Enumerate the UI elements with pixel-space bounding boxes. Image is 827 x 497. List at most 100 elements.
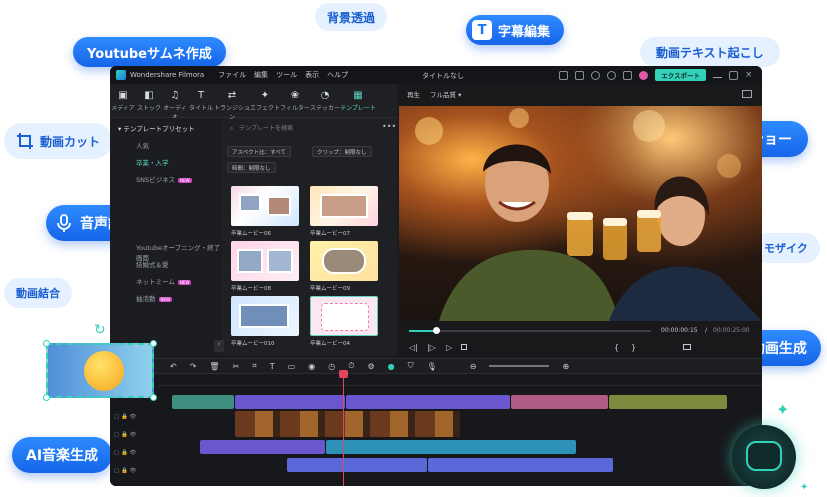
timeline-clip[interactable] bbox=[326, 440, 576, 454]
maximize-icon[interactable] bbox=[729, 70, 738, 80]
timeline-clip[interactable] bbox=[287, 458, 427, 472]
headset-icon[interactable] bbox=[607, 70, 617, 80]
resize-handle[interactable] bbox=[43, 340, 50, 347]
menu-view[interactable]: 表示 bbox=[305, 70, 319, 80]
adjust-icon[interactable]: ⚙ bbox=[367, 362, 374, 371]
timer-icon[interactable]: ⏱ bbox=[348, 361, 354, 371]
undo-icon[interactable]: ↶ bbox=[170, 362, 177, 371]
timeline-clip[interactable] bbox=[200, 440, 325, 454]
mark-out-icon[interactable]: } bbox=[631, 343, 636, 352]
tab-transitions[interactable]: ⇄ トランジション bbox=[214, 84, 250, 121]
rectangle-icon[interactable]: ▭ bbox=[288, 362, 296, 371]
stop-icon[interactable] bbox=[461, 344, 467, 350]
text-tool-icon[interactable]: T bbox=[270, 362, 275, 371]
playhead-handle[interactable] bbox=[339, 370, 348, 378]
menu-file[interactable]: ファイル bbox=[218, 70, 246, 80]
tab-stock[interactable]: ◧ ストック bbox=[136, 84, 162, 117]
template-grid-area: ⌕ テンプレートを検索 ••• アスペクト比：すべて クリップ：制限なし 時間：… bbox=[222, 118, 397, 356]
shield-icon[interactable]: ⛉ bbox=[408, 361, 414, 371]
search-input[interactable]: テンプレートを検索 bbox=[239, 125, 293, 132]
tab-effects[interactable]: ✦ エフェクト bbox=[250, 84, 280, 117]
quality-select[interactable]: フル品質 ▾ bbox=[430, 89, 461, 99]
bubble-video-merge: 動画結合 bbox=[4, 278, 72, 308]
crop-tool-icon[interactable]: ⌗ bbox=[252, 361, 257, 371]
timeline-clip[interactable] bbox=[172, 395, 234, 409]
tab-media[interactable]: ▣ メディア bbox=[110, 84, 136, 117]
sidebar-item-wedding[interactable]: 結婚式＆愛 bbox=[110, 255, 222, 272]
tab-stickers[interactable]: ◔ ステッカー bbox=[310, 84, 340, 117]
color-icon[interactable]: ◉ bbox=[308, 362, 315, 371]
progress-handle[interactable] bbox=[432, 327, 440, 334]
redo-icon[interactable]: ↷ bbox=[190, 362, 197, 371]
play-icon[interactable]: ▷ bbox=[446, 343, 452, 352]
template-thumb-010[interactable] bbox=[231, 296, 299, 336]
ai-icon[interactable]: ● bbox=[388, 362, 395, 371]
save-icon[interactable] bbox=[575, 70, 585, 80]
split-icon[interactable]: ✂ bbox=[233, 362, 240, 371]
playhead[interactable] bbox=[343, 374, 344, 486]
aspect-ratio-filter[interactable]: アスペクト比：すべて bbox=[227, 146, 292, 157]
sidebar-item-graduation[interactable]: 卒業・入学 bbox=[110, 153, 222, 170]
template-search[interactable]: ⌕ テンプレートを検索 bbox=[230, 123, 375, 135]
avatar[interactable] bbox=[639, 70, 649, 80]
template-thumb-08[interactable] bbox=[231, 241, 299, 281]
timeline-clip[interactable] bbox=[428, 458, 613, 472]
template-thumb-09[interactable] bbox=[310, 241, 378, 281]
sidebar-item-net-meme[interactable]: ネットミーム NEW bbox=[110, 272, 222, 289]
menu-help[interactable]: ヘルプ bbox=[327, 70, 348, 80]
delete-icon[interactable]: 🗑 bbox=[209, 362, 219, 371]
zoom-out-icon[interactable]: ⊖ bbox=[470, 362, 477, 371]
timeline-clip[interactable] bbox=[609, 395, 727, 409]
monitor-icon[interactable] bbox=[559, 70, 569, 80]
step-back-icon[interactable]: |▷ bbox=[427, 343, 436, 352]
tab-titles[interactable]: T タイトル bbox=[188, 84, 214, 117]
progress-track[interactable] bbox=[409, 327, 651, 334]
sidebar-item-hidden-1[interactable] bbox=[110, 187, 222, 204]
track-controls[interactable]: ▢ 🔒 👁 bbox=[114, 414, 137, 420]
zoom-slider[interactable] bbox=[489, 365, 550, 367]
speed-icon[interactable]: ◷ bbox=[328, 362, 335, 371]
template-thumb-04[interactable] bbox=[310, 296, 378, 336]
sidebar-item-popular[interactable]: 人気 bbox=[110, 136, 222, 153]
mark-in-icon[interactable]: { bbox=[614, 343, 619, 352]
tab-templates[interactable]: ▦ テンプレート bbox=[340, 84, 376, 117]
snapshot-icon[interactable] bbox=[683, 344, 691, 350]
tab-audio[interactable]: ♫オーディオ bbox=[162, 84, 188, 121]
timeline-clip[interactable] bbox=[235, 395, 345, 409]
resize-handle[interactable] bbox=[150, 394, 157, 401]
export-button[interactable]: エクスポート bbox=[655, 69, 706, 81]
sidebar-item-hidden-2[interactable] bbox=[110, 204, 222, 221]
resize-handle[interactable] bbox=[150, 340, 157, 347]
sidebar-header[interactable]: ▾ テンプレートプリセット bbox=[110, 118, 222, 136]
sidebar-item-sns-business[interactable]: SNSビジネス NEW bbox=[110, 170, 222, 187]
skip-back-icon[interactable]: ◁| bbox=[409, 343, 418, 352]
timeline-clip[interactable] bbox=[346, 395, 510, 409]
rotate-icon[interactable]: ↻ bbox=[94, 322, 106, 338]
sidebar-item-youtube-opening[interactable]: Youtubeオープニング・終了画面 bbox=[110, 238, 222, 262]
resize-handle[interactable] bbox=[43, 394, 50, 401]
timeline-clip[interactable] bbox=[511, 395, 608, 409]
microphone-tool-icon[interactable]: 🎙 bbox=[427, 362, 437, 371]
cloud-icon[interactable] bbox=[591, 70, 601, 80]
menu-tools[interactable]: ツール bbox=[276, 70, 297, 80]
grid-icon[interactable] bbox=[623, 70, 633, 80]
track-controls[interactable]: ▢ 🔒 👁 bbox=[114, 450, 137, 456]
template-thumb-07[interactable] bbox=[310, 186, 378, 226]
sidebar-item-activity[interactable]: 抽活動 NEW bbox=[110, 289, 222, 306]
sticker-selection[interactable] bbox=[43, 340, 157, 401]
clip-filter[interactable]: クリップ：制限なし bbox=[312, 146, 372, 157]
track-controls[interactable]: ▢ 🔒 👁 bbox=[114, 468, 137, 474]
menu-edit[interactable]: 編集 bbox=[254, 70, 268, 80]
close-icon[interactable]: × bbox=[745, 70, 754, 80]
video-clip-strip[interactable] bbox=[235, 411, 460, 437]
waveform-icon[interactable] bbox=[742, 90, 752, 98]
track-controls[interactable]: ▢ 🔒 👁 bbox=[114, 432, 137, 438]
preview-video[interactable] bbox=[399, 106, 762, 321]
minimize-icon[interactable] bbox=[713, 73, 722, 78]
sidebar-item-hidden-3[interactable] bbox=[110, 221, 222, 238]
template-thumb-06[interactable] bbox=[231, 186, 299, 226]
zoom-in-icon[interactable]: ⊕ bbox=[562, 362, 569, 371]
more-options-icon[interactable]: ••• bbox=[382, 122, 396, 131]
duration-filter[interactable]: 時間：制限なし bbox=[227, 162, 276, 173]
tab-filters[interactable]: ❀ フィルター bbox=[280, 84, 310, 117]
